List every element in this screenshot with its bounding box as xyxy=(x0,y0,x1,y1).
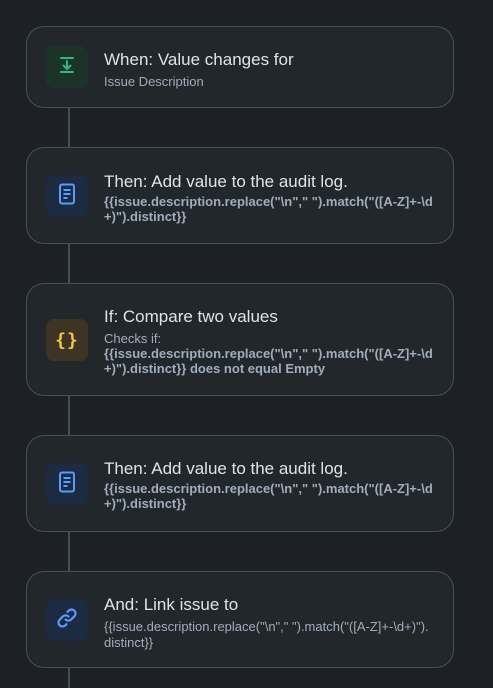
document-icon xyxy=(58,471,76,498)
document-icon xyxy=(58,183,76,210)
condition-title: If: Compare two values xyxy=(104,307,278,326)
action-icon-tile xyxy=(46,463,88,505)
download-icon xyxy=(57,55,77,80)
link-issue-action-card[interactable]: And: Link issue to {{issue.description.r… xyxy=(26,571,454,668)
audit-log-action-card[interactable]: Then: Add value to the audit log. {{issu… xyxy=(26,435,454,532)
audit-log-action-card[interactable]: Then: Add value to the audit log. {{issu… xyxy=(26,147,454,244)
flow-connector xyxy=(68,395,70,436)
flow-connector xyxy=(68,243,70,284)
flow-connector xyxy=(68,107,70,148)
trigger-title: When: Value changes for xyxy=(104,50,294,69)
flow-connector xyxy=(68,667,70,688)
trigger-field: Issue Description xyxy=(104,74,204,89)
action-title: Then: Add value to the audit log. xyxy=(104,172,348,191)
compare-condition-card[interactable]: {} If: Compare two values Checks if: {{i… xyxy=(26,283,454,396)
condition-checks-label: Checks if: xyxy=(104,331,162,346)
link-icon xyxy=(55,606,79,635)
trigger-card[interactable]: When: Value changes for Issue Descriptio… xyxy=(26,26,454,108)
condition-expression: {{issue.description.replace("\n"," ").ma… xyxy=(104,346,433,376)
condition-icon-tile: {} xyxy=(46,319,88,361)
flow-connector xyxy=(68,531,70,572)
action-title: And: Link issue to xyxy=(104,595,239,614)
action-title: Then: Add value to the audit log. xyxy=(104,459,348,478)
automation-flow: When: Value changes for Issue Descriptio… xyxy=(0,0,493,688)
action-value: {{issue.description.replace("\n"," ").ma… xyxy=(104,481,433,511)
action-icon-tile xyxy=(46,599,88,641)
action-value: {{issue.description.replace("\n"," ").ma… xyxy=(104,194,433,224)
action-icon-tile xyxy=(46,175,88,217)
action-value: {{issue.description.replace("\n"," ").ma… xyxy=(104,619,429,650)
braces-icon: {} xyxy=(55,329,79,351)
trigger-icon-tile xyxy=(46,46,88,88)
